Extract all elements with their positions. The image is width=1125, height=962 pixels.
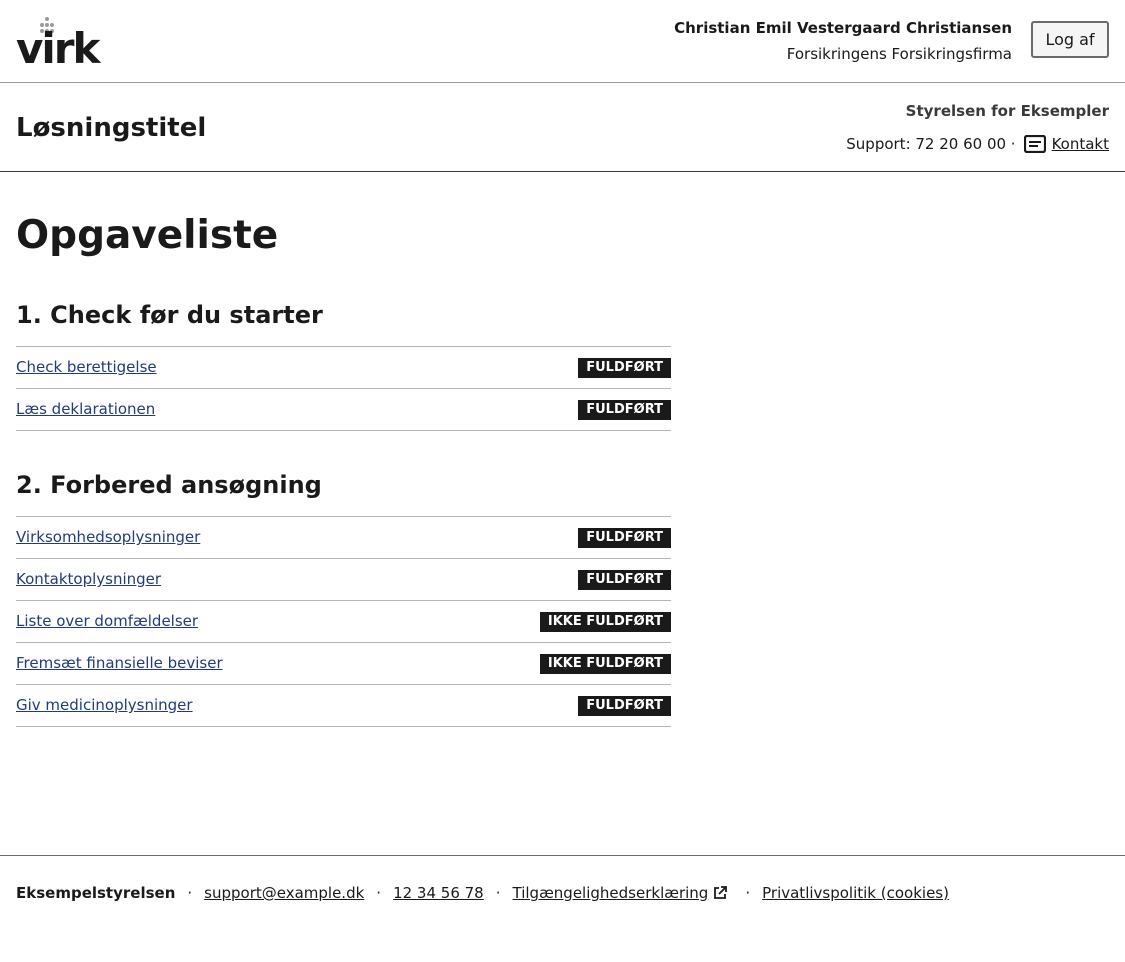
support-line: Support: 72 20 60 00 · Kontakt xyxy=(846,132,1109,156)
contact-link[interactable]: Kontakt xyxy=(1052,132,1109,156)
task-link-medical-info[interactable]: Giv medicinoplysninger xyxy=(16,695,193,715)
status-badge: IKKE FULDFØRT xyxy=(539,654,671,674)
task-row: Læs deklarationen FULDFØRT xyxy=(16,389,671,431)
solution-header: Løsningstitel Styrelsen for Eksempler Su… xyxy=(0,83,1125,172)
footer-separator: · xyxy=(745,884,751,902)
status-badge: FULDFØRT xyxy=(578,400,671,420)
section-heading-check: 1. Check før du starter xyxy=(16,301,323,329)
footer-separator: · xyxy=(376,884,382,902)
section-heading-prepare: 2. Forbered ansøgning xyxy=(16,471,322,499)
page-title: Opgaveliste xyxy=(16,213,279,258)
site-header: virk Christian Emil Vestergaard Christia… xyxy=(0,0,1125,83)
footer-phone-link[interactable]: 12 34 56 78 xyxy=(393,883,484,903)
site-footer: Eksempelstyrelsen · support@example.dk ·… xyxy=(0,855,1125,962)
footer-privacy-link[interactable]: Privatlivspolitik (cookies) xyxy=(762,883,949,903)
footer-separator: · xyxy=(187,884,193,902)
task-row: Kontaktoplysninger FULDFØRT xyxy=(16,559,671,601)
status-badge: IKKE FULDFØRT xyxy=(539,612,671,632)
task-list-prepare: Virksomhedsoplysninger FULDFØRT Kontakto… xyxy=(16,516,671,727)
footer-accessibility-link[interactable]: Tilgængelighedserklæring xyxy=(513,883,709,903)
external-link-icon xyxy=(714,886,728,899)
status-badge: FULDFØRT xyxy=(578,696,671,716)
task-row: Fremsæt finansielle beviser IKKE FULDFØR… xyxy=(16,643,671,685)
task-link-read-declaration[interactable]: Læs deklarationen xyxy=(16,399,155,419)
task-link-financial-evidence[interactable]: Fremsæt finansielle beviser xyxy=(16,653,223,673)
user-organization: Forsikringens Forsikringsfirma xyxy=(786,45,1012,63)
task-row: Giv medicinoplysninger FULDFØRT xyxy=(16,685,671,727)
status-badge: FULDFØRT xyxy=(578,570,671,590)
status-badge: FULDFØRT xyxy=(578,528,671,548)
footer-org: Eksempelstyrelsen xyxy=(16,884,176,902)
task-link-convictions[interactable]: Liste over domfældelser xyxy=(16,611,198,631)
solution-title: Løsningstitel xyxy=(16,113,207,143)
authority-name: Styrelsen for Eksempler xyxy=(905,102,1109,120)
status-badge: FULDFØRT xyxy=(578,358,671,378)
task-link-contact-info[interactable]: Kontaktoplysninger xyxy=(16,569,161,589)
footer-email-link[interactable]: support@example.dk xyxy=(204,883,364,903)
task-row: Check berettigelse FULDFØRT xyxy=(16,347,671,389)
logo-text: virk xyxy=(16,24,100,73)
task-link-check-eligibility[interactable]: Check berettigelse xyxy=(16,357,157,377)
task-list-check: Check berettigelse FULDFØRT Læs deklarat… xyxy=(16,346,671,431)
support-phone: Support: 72 20 60 00 · xyxy=(846,135,1016,153)
footer-separator: · xyxy=(495,884,501,902)
user-name: Christian Emil Vestergaard Christiansen xyxy=(674,19,1012,37)
task-link-company-info[interactable]: Virksomhedsoplysninger xyxy=(16,527,200,547)
footer-links: Eksempelstyrelsen · support@example.dk ·… xyxy=(16,883,949,903)
logout-button[interactable]: Log af xyxy=(1031,21,1109,58)
user-info: Christian Emil Vestergaard Christiansen … xyxy=(674,17,1012,65)
task-row: Virksomhedsoplysninger FULDFØRT xyxy=(16,517,671,559)
virk-logo[interactable]: virk xyxy=(16,16,100,70)
message-icon xyxy=(1023,135,1046,153)
task-row: Liste over domfældelser IKKE FULDFØRT xyxy=(16,601,671,643)
